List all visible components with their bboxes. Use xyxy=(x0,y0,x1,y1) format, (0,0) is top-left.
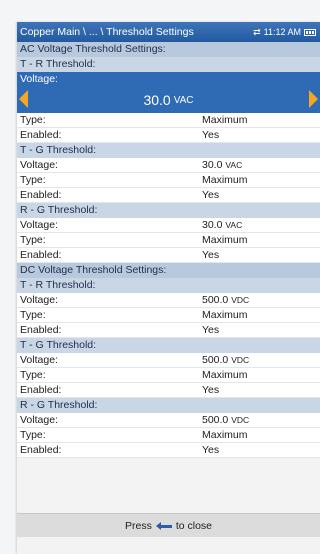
breadcrumb: Copper Main \ ... \ Threshold Settings xyxy=(20,26,194,38)
voltage-number: 500.0 xyxy=(202,354,229,366)
dc-rg-enabled-row[interactable]: Enabled: Yes xyxy=(17,443,320,458)
type-label: Type: xyxy=(20,369,46,381)
clock: 11:12 AM xyxy=(263,27,301,37)
voltage-number: 500.0 xyxy=(202,294,229,306)
battery-icon xyxy=(304,28,316,36)
enabled-value: Yes xyxy=(202,189,220,201)
dc-section-header: DC Voltage Threshold Settings: xyxy=(17,263,320,278)
ac-tg-voltage-row[interactable]: Voltage: 30.0 VAC xyxy=(17,158,320,173)
voltage-label: Voltage: xyxy=(20,294,58,306)
ac-tr-type-row[interactable]: Type: Maximum xyxy=(17,113,320,128)
voltage-value: 500.0 VDC xyxy=(202,293,320,307)
enabled-label: Enabled: xyxy=(20,249,62,261)
ac-tr-voltage-unit: VAC xyxy=(173,94,194,106)
ac-tr-voltage-value: 30.0 xyxy=(143,92,171,108)
enabled-label: Enabled: xyxy=(20,129,62,141)
dc-tr-header: T - R Threshold: xyxy=(17,278,320,293)
dc-rg-type-row[interactable]: Type: Maximum xyxy=(17,428,320,443)
enter-key-icon xyxy=(155,521,172,530)
voltage-unit: VAC xyxy=(225,160,243,170)
title-bar: Copper Main \ ... \ Threshold Settings ⇄… xyxy=(17,22,320,42)
voltage-unit: VDC xyxy=(231,355,250,365)
ac-tg-header: T - G Threshold: xyxy=(17,143,320,158)
voltage-number: 30.0 xyxy=(202,159,223,171)
type-value: Maximum xyxy=(202,234,248,246)
sync-icon: ⇄ xyxy=(253,26,261,37)
dc-tr-enabled-row[interactable]: Enabled: Yes xyxy=(17,323,320,338)
dc-rg-voltage-row[interactable]: Voltage: 500.0 VDC xyxy=(17,413,320,428)
voltage-value: 500.0 VDC xyxy=(202,413,320,427)
enabled-value: Yes xyxy=(202,444,220,456)
ac-tr-voltage-spinner[interactable]: 30.0 VAC xyxy=(17,87,320,113)
ac-section-header: AC Voltage Threshold Settings: xyxy=(17,42,320,57)
ac-tr-enabled-row[interactable]: Enabled: Yes xyxy=(17,128,320,143)
voltage-label: Voltage: xyxy=(20,219,58,231)
type-label: Type: xyxy=(20,309,46,321)
ac-tg-enabled-row[interactable]: Enabled: Yes xyxy=(17,188,320,203)
enabled-label: Enabled: xyxy=(20,324,62,336)
ac-rg-type-row[interactable]: Type: Maximum xyxy=(17,233,320,248)
voltage-label: Voltage: xyxy=(20,354,58,366)
close-label: to close xyxy=(175,519,213,532)
ac-tr-header: T - R Threshold: xyxy=(17,57,320,72)
ac-rg-enabled-row[interactable]: Enabled: Yes xyxy=(17,248,320,263)
dc-tg-voltage-row[interactable]: Voltage: 500.0 VDC xyxy=(17,353,320,368)
ac-rg-header: R - G Threshold: xyxy=(17,203,320,218)
device-frame: Copper Main \ ... \ Threshold Settings ⇄… xyxy=(0,0,320,554)
voltage-unit: VDC xyxy=(231,415,250,425)
voltage-label: Voltage: xyxy=(20,414,58,426)
increase-arrow-icon[interactable] xyxy=(309,90,318,108)
type-value: Maximum xyxy=(202,429,248,441)
screen: Copper Main \ ... \ Threshold Settings ⇄… xyxy=(17,22,320,554)
decrease-arrow-icon[interactable] xyxy=(19,90,28,108)
type-label: Type: xyxy=(20,174,46,186)
dc-tg-type-row[interactable]: Type: Maximum xyxy=(17,368,320,383)
voltage-value: 30.0 VAC xyxy=(202,158,320,172)
voltage-number: 30.0 xyxy=(202,219,223,231)
voltage-number: 500.0 xyxy=(202,414,229,426)
dc-tr-type-row[interactable]: Type: Maximum xyxy=(17,308,320,323)
enabled-value: Yes xyxy=(202,249,220,261)
enabled-label: Enabled: xyxy=(20,189,62,201)
enabled-value: Yes xyxy=(202,324,220,336)
footer-close-hint: Press to close xyxy=(17,513,320,537)
enabled-label: Enabled: xyxy=(20,444,62,456)
ac-rg-voltage-row[interactable]: Voltage: 30.0 VAC xyxy=(17,218,320,233)
status-area: ⇄ 11:12 AM xyxy=(253,27,316,38)
type-value: Maximum xyxy=(202,369,248,381)
dc-rg-header: R - G Threshold: xyxy=(17,398,320,413)
type-value: Maximum xyxy=(202,309,248,321)
ac-tg-type-row[interactable]: Type: Maximum xyxy=(17,173,320,188)
dc-tg-header: T - G Threshold: xyxy=(17,338,320,353)
type-value: Maximum xyxy=(202,174,248,186)
press-label: Press xyxy=(124,519,152,532)
type-label: Type: xyxy=(20,429,46,441)
enabled-label: Enabled: xyxy=(20,384,62,396)
voltage-value: 30.0 VAC xyxy=(202,218,320,232)
voltage-label: Voltage: xyxy=(20,159,58,171)
enabled-value: Yes xyxy=(202,129,220,141)
ac-tr-voltage-label: Voltage: xyxy=(17,72,320,87)
voltage-unit: VDC xyxy=(231,295,250,305)
enabled-value: Yes xyxy=(202,384,220,396)
dc-tg-enabled-row[interactable]: Enabled: Yes xyxy=(17,383,320,398)
type-label: Type: xyxy=(20,114,46,126)
type-value: Maximum xyxy=(202,114,248,126)
voltage-unit: VAC xyxy=(225,220,243,230)
dc-tr-voltage-row[interactable]: Voltage: 500.0 VDC xyxy=(17,293,320,308)
voltage-value: 500.0 VDC xyxy=(202,353,320,367)
type-label: Type: xyxy=(20,234,46,246)
